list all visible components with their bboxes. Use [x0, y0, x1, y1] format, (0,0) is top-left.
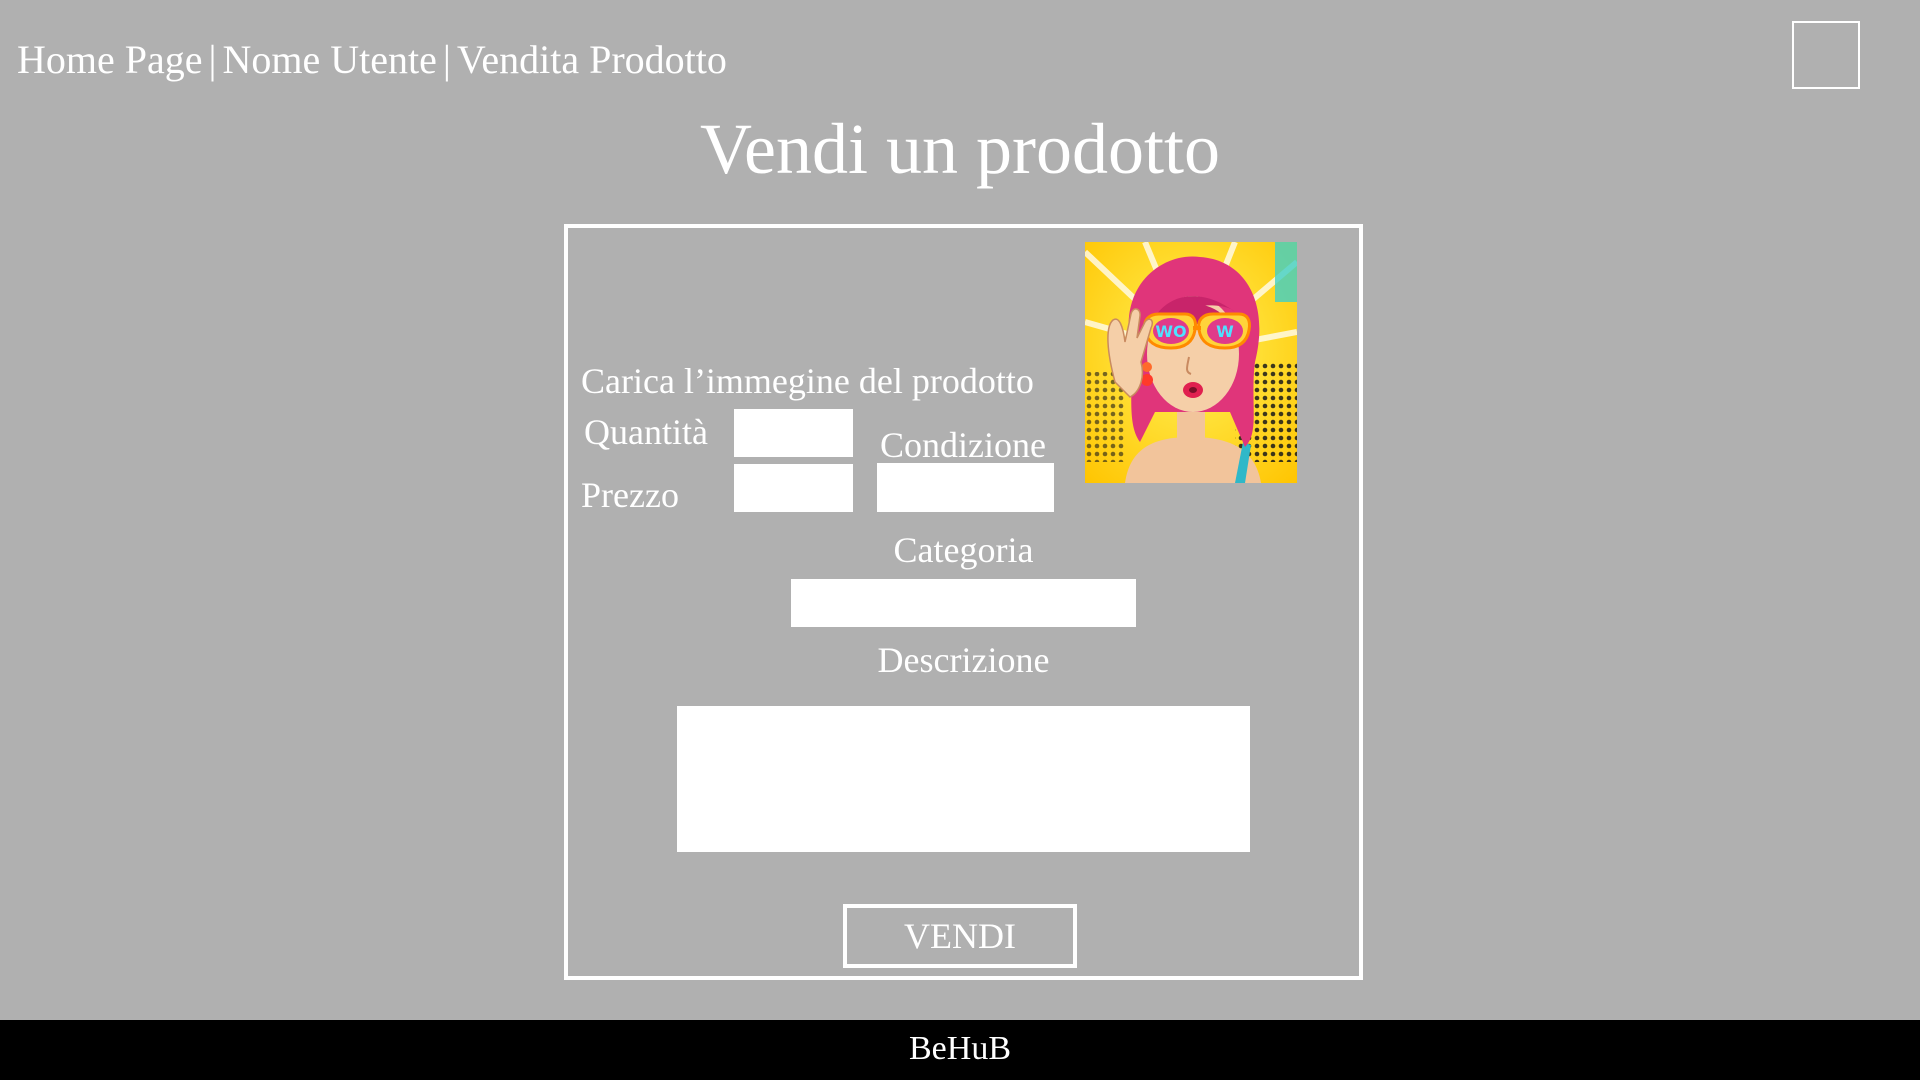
- pop-art-woman-image: WO W: [1085, 242, 1297, 483]
- category-label: Categoria: [893, 530, 1034, 570]
- sell-submit-button[interactable]: VENDI: [843, 904, 1077, 968]
- svg-text:WO: WO: [1155, 322, 1186, 341]
- footer: BeHuB: [0, 1020, 1920, 1080]
- description-label: Descrizione: [877, 640, 1050, 680]
- condition-input[interactable]: [877, 463, 1054, 512]
- price-input[interactable]: [734, 464, 853, 512]
- breadcrumb-separator: |: [442, 37, 451, 82]
- breadcrumb: Home Page | Nome Utente | Vendita Prodotto: [17, 34, 727, 86]
- page-title: Vendi un prodotto: [700, 109, 1220, 189]
- category-input[interactable]: [791, 579, 1136, 627]
- svg-text:W: W: [1216, 322, 1234, 341]
- condition-label: Condizione: [880, 425, 1046, 465]
- breadcrumb-separator: |: [208, 37, 217, 82]
- description-textarea[interactable]: [677, 706, 1250, 852]
- product-image-preview[interactable]: WO W: [1085, 242, 1297, 483]
- quantity-input[interactable]: [734, 409, 853, 457]
- price-label: Prezzo: [581, 475, 679, 515]
- breadcrumb-current-page: Vendita Prodotto: [456, 37, 727, 82]
- footer-brand: BeHuB: [909, 1030, 1011, 1067]
- quantity-label: Quantità: [584, 412, 708, 452]
- breadcrumb-user-link[interactable]: Nome Utente: [223, 37, 437, 82]
- breadcrumb-home-link[interactable]: Home Page: [17, 37, 203, 82]
- upload-image-label: Carica l’immegine del prodotto: [581, 361, 1034, 401]
- user-menu-box[interactable]: [1792, 21, 1860, 89]
